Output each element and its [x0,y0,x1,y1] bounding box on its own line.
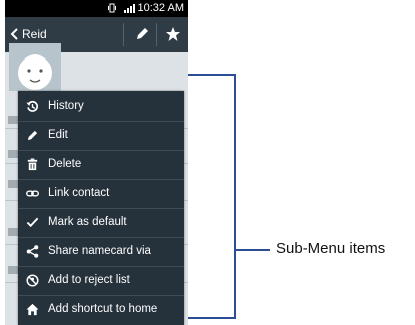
history-icon [26,100,39,112]
menu-item-delete[interactable]: Delete [18,150,184,179]
status-bar: 10:32 AM [5,0,188,17]
edit-button[interactable] [126,17,158,52]
default-avatar-icon [18,54,52,90]
menu-item-label: Edit [48,129,68,141]
callout-label: Sub-Menu items [276,240,386,257]
checkmark-icon [26,217,39,228]
menu-item-share-namecard[interactable]: Share namecard via [18,237,184,266]
favorite-button[interactable] [157,17,188,52]
share-icon [26,245,39,258]
reject-icon [26,274,39,287]
link-icon [26,190,39,197]
obscured-row-text [8,228,18,236]
contact-photo[interactable] [9,43,61,91]
phone-screen: 10:32 AM Reid History Edit Delete Link c… [5,0,188,325]
star-icon [166,27,180,41]
menu-item-label: History [48,100,84,112]
clock: 10:32 AM [137,2,184,14]
callout-bracket-vertical [234,74,236,319]
callout-leader-line [236,249,270,251]
menu-item-label: Add to reject list [48,274,130,286]
chevron-left-icon[interactable] [9,26,19,42]
action-divider [123,23,124,46]
menu-item-edit[interactable]: Edit [18,121,184,150]
vibrate-icon [108,3,116,13]
menu-item-add-shortcut-to-home[interactable]: Add shortcut to home [18,295,184,324]
pencil-icon [137,28,148,39]
callout-bracket-top [188,74,236,76]
menu-item-label: Mark as default [48,216,127,228]
obscured-row-text [8,150,18,158]
menu-item-link-contact[interactable]: Link contact [18,179,184,208]
obscured-row-text [8,116,18,124]
contact-name-title[interactable]: Reid [22,27,47,41]
menu-item-label: Delete [48,158,82,170]
menu-item-label: Link contact [48,187,110,199]
menu-item-label: Add shortcut to home [48,303,158,315]
trash-icon [27,158,38,171]
menu-item-add-to-reject-list[interactable]: Add to reject list [18,266,184,295]
signal-bars-icon [124,4,135,13]
obscured-row-text [8,180,18,188]
menu-item-mark-as-default[interactable]: Mark as default [18,208,184,237]
menu-item-history[interactable]: History [18,92,184,121]
obscured-row-text [8,266,18,274]
sub-menu: History Edit Delete Link contact Mark as… [18,91,184,325]
home-icon [26,303,39,316]
menu-item-label: Share namecard via [48,245,151,257]
pencil-icon [27,130,38,141]
callout-bracket-bottom [188,317,236,319]
